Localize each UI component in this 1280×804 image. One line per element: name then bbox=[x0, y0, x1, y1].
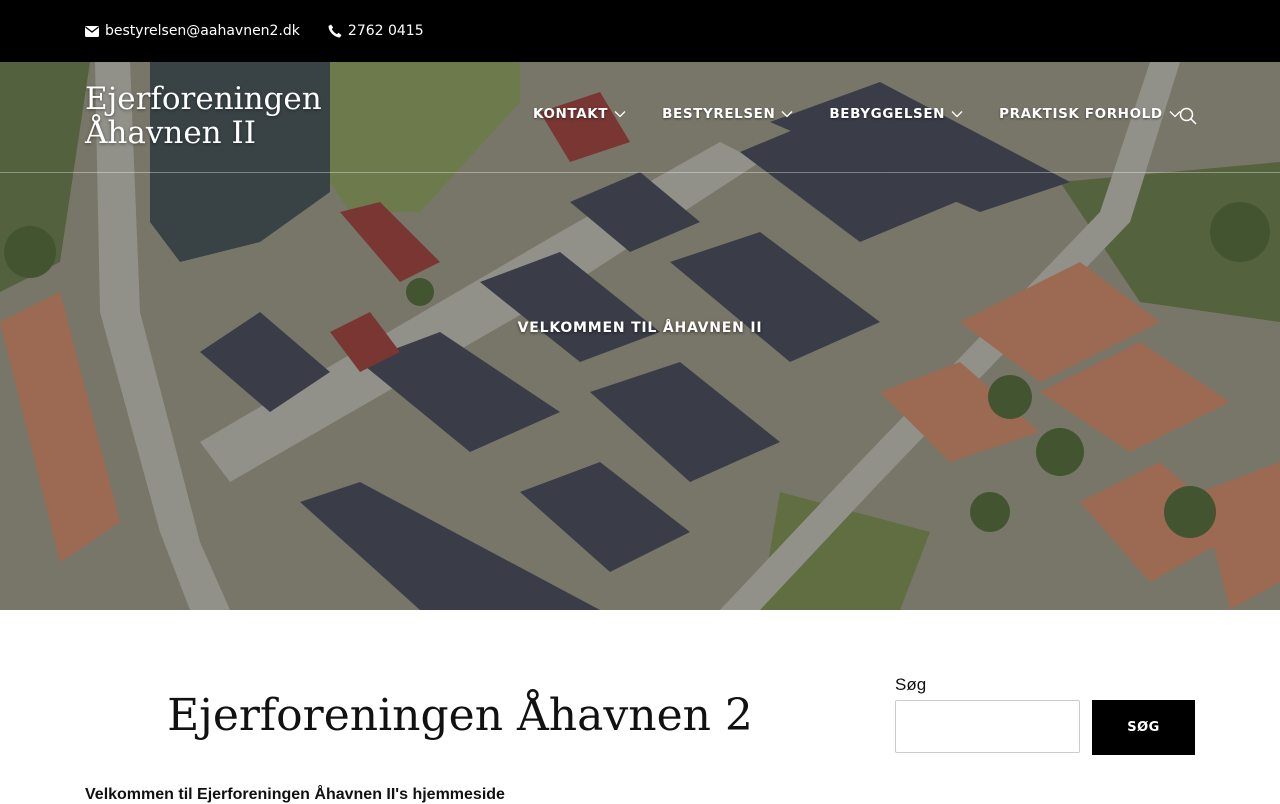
nav-item-bebyggelsen[interactable]: BEBYGGELSEN bbox=[829, 106, 963, 122]
search-submit-button[interactable]: SØG bbox=[1092, 700, 1195, 755]
page-title: Ejerforeningen Åhavnen 2 bbox=[167, 690, 753, 741]
chevron-down-icon bbox=[614, 111, 626, 118]
contact-email-text[interactable]: bestyrelsen@aahavnen2.dk bbox=[105, 23, 300, 39]
nav-item-label: BEBYGGELSEN bbox=[829, 106, 946, 122]
nav-item-label: BESTYRELSEN bbox=[662, 106, 776, 122]
site-title[interactable]: Ejerforeningen Åhavnen II bbox=[85, 82, 345, 150]
main-navigation: KONTAKT BESTYRELSEN BEBYGGELSEN PRAKTISK… bbox=[533, 106, 1217, 122]
nav-item-label: PRAKTISK FORHOLD bbox=[999, 106, 1163, 122]
search-label: Søg bbox=[895, 675, 927, 694]
contact-phone[interactable]: 2762 0415 bbox=[328, 23, 424, 39]
envelope-icon bbox=[85, 25, 99, 37]
nav-item-label: KONTAKT bbox=[533, 106, 609, 122]
search-input[interactable] bbox=[895, 700, 1080, 753]
header-search-button[interactable] bbox=[1179, 107, 1197, 130]
intro-text: Velkommen til Ejerforeningen Åhavnen II'… bbox=[85, 786, 505, 803]
phone-icon bbox=[328, 24, 342, 38]
search-icon bbox=[1179, 107, 1197, 125]
chevron-down-icon bbox=[781, 111, 793, 118]
contact-email[interactable]: bestyrelsen@aahavnen2.dk bbox=[85, 23, 300, 39]
header-divider bbox=[0, 172, 1280, 173]
chevron-down-icon bbox=[951, 111, 963, 118]
hero-title: VELKOMMEN TIL ÅHAVNEN II bbox=[517, 320, 763, 336]
nav-item-bestyrelsen[interactable]: BESTYRELSEN bbox=[662, 106, 793, 122]
top-contact-bar: bestyrelsen@aahavnen2.dk 2762 0415 bbox=[0, 0, 1280, 62]
contact-phone-text[interactable]: 2762 0415 bbox=[348, 23, 424, 39]
nav-item-praktisk-forhold[interactable]: PRAKTISK FORHOLD bbox=[999, 106, 1181, 122]
hero-banner: Ejerforeningen Åhavnen II KONTAKT BESTYR… bbox=[0, 62, 1280, 610]
nav-item-kontakt[interactable]: KONTAKT bbox=[533, 106, 626, 122]
